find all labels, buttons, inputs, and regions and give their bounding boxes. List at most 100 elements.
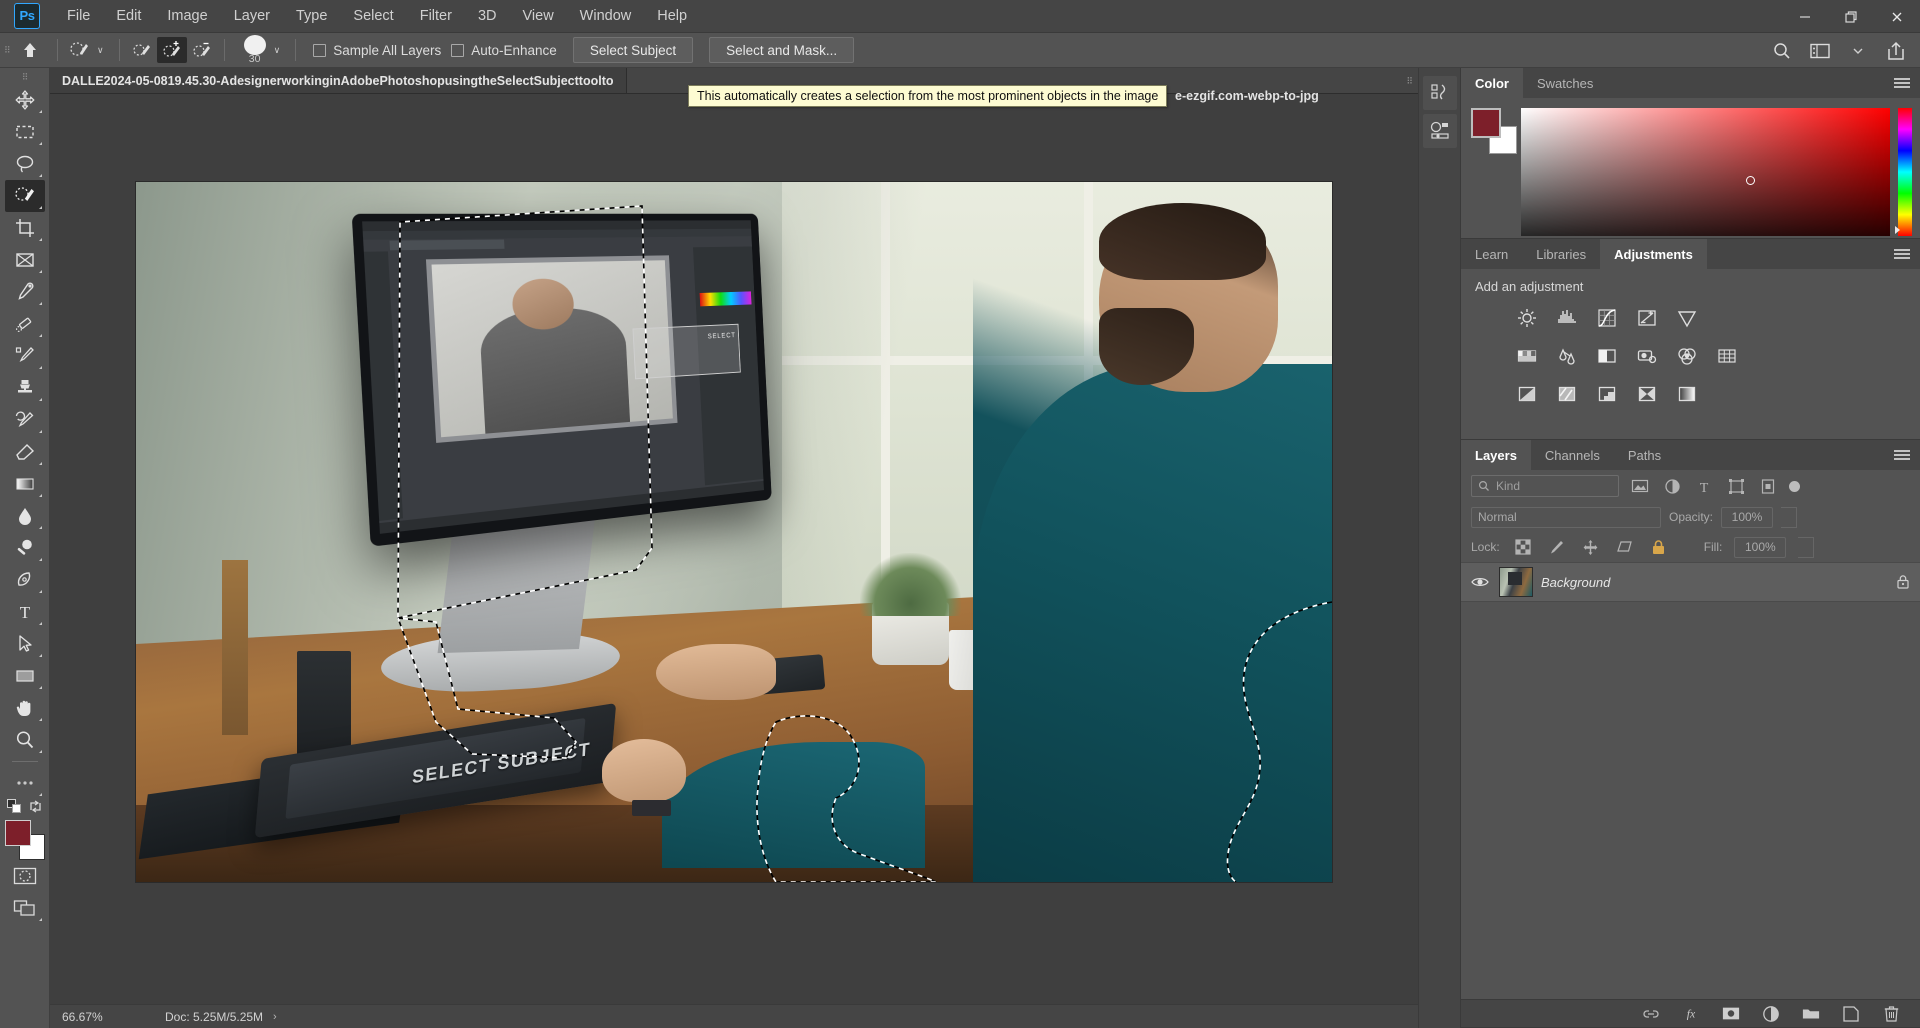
threshold-icon[interactable] [1595, 382, 1619, 406]
tab-swatches[interactable]: Swatches [1523, 68, 1607, 98]
add-to-selection-button[interactable] [156, 37, 187, 63]
hue-slider-marker[interactable] [1895, 226, 1900, 234]
new-selection-button[interactable] [127, 37, 157, 63]
sidebar-tool-gradient[interactable] [5, 468, 45, 500]
brightness-contrast-icon[interactable] [1515, 306, 1539, 330]
sidebar-tool-path-selection[interactable] [5, 628, 45, 660]
layer-lock-icon[interactable] [1894, 573, 1912, 591]
curves-icon[interactable] [1595, 306, 1619, 330]
sidebar-tool-marquee[interactable] [5, 116, 45, 148]
vibrance-icon[interactable] [1675, 306, 1699, 330]
tab-adjustments[interactable]: Adjustments [1600, 239, 1707, 269]
selective-color-icon[interactable] [1675, 382, 1699, 406]
lock-transparent-pixels-icon[interactable] [1512, 536, 1534, 558]
zoom-level-field[interactable]: 66.67% [50, 1010, 125, 1024]
history-panel-button[interactable] [1422, 76, 1457, 110]
menu-3d[interactable]: 3D [465, 4, 510, 28]
hue-slider[interactable] [1895, 108, 1912, 236]
properties-panel-button[interactable] [1422, 114, 1457, 148]
layer-mask-icon[interactable] [1722, 1005, 1740, 1023]
adjustment-layer-icon[interactable] [1762, 1005, 1780, 1023]
color-balance-icon[interactable] [1555, 344, 1579, 368]
canvas-viewport[interactable]: SELECT SELECT SUBJECT [50, 94, 1418, 1004]
black-white-icon[interactable] [1595, 344, 1619, 368]
layer-visibility-toggle[interactable] [1469, 571, 1491, 593]
filter-smart-objects-icon[interactable] [1757, 475, 1779, 497]
sidebar-tool-hand[interactable] [5, 692, 45, 724]
exposure-icon[interactable] [1635, 306, 1659, 330]
image-canvas[interactable]: SELECT SELECT SUBJECT [136, 182, 1332, 882]
status-chevron-right-icon[interactable]: › [273, 1011, 277, 1023]
tab-strip-grip[interactable]: ⠿ [1406, 68, 1413, 94]
lock-position-icon[interactable] [1580, 536, 1602, 558]
document-info[interactable]: Doc: 5.25M/5.25M › [165, 1010, 277, 1024]
menu-filter[interactable]: Filter [407, 4, 465, 28]
sidebar-tool-type[interactable]: T [5, 596, 45, 628]
foreground-color-swatch[interactable] [1471, 108, 1501, 138]
opacity-stepper[interactable] [1781, 506, 1798, 528]
table-row[interactable]: Background [1461, 562, 1920, 602]
search-button[interactable] [1770, 39, 1794, 63]
delete-layer-icon[interactable] [1882, 1005, 1900, 1023]
menu-file[interactable]: File [54, 4, 103, 28]
filter-type-layers-icon[interactable]: T [1693, 475, 1715, 497]
menu-type[interactable]: Type [283, 4, 340, 28]
posterize-icon[interactable] [1555, 382, 1579, 406]
tab-layers[interactable]: Layers [1461, 440, 1531, 470]
menu-select[interactable]: Select [340, 4, 406, 28]
tab-channels[interactable]: Channels [1531, 440, 1614, 470]
photo-filter-icon[interactable] [1635, 344, 1659, 368]
menu-window[interactable]: Window [567, 4, 645, 28]
blend-mode-select[interactable]: Normal [1471, 506, 1661, 528]
menu-image[interactable]: Image [154, 4, 220, 28]
workspace-chevron-down-icon[interactable] [1846, 39, 1870, 63]
new-layer-icon[interactable] [1842, 1005, 1860, 1023]
brush-chevron-down-icon[interactable]: ∨ [272, 45, 289, 56]
menu-help[interactable]: Help [644, 4, 700, 28]
sidebar-tool-blur[interactable] [5, 500, 45, 532]
opacity-value[interactable]: 100% [1721, 506, 1774, 528]
menu-view[interactable]: View [510, 4, 567, 28]
color-picker-cursor[interactable] [1746, 175, 1756, 185]
hue-saturation-icon[interactable] [1515, 344, 1539, 368]
sidebar-tool-rectangle[interactable] [5, 660, 45, 692]
sidebar-tool-pen[interactable] [5, 564, 45, 596]
sidebar-tool-eraser[interactable] [5, 436, 45, 468]
options-bar-grip[interactable]: ⠿ [4, 33, 11, 68]
color-panel-menu-icon[interactable] [1894, 75, 1910, 91]
menu-layer[interactable]: Layer [221, 4, 283, 28]
sidebar-tool-move[interactable] [5, 84, 45, 116]
fill-value[interactable]: 100% [1734, 536, 1787, 558]
restore-button[interactable] [1828, 0, 1874, 33]
swap-colors-icon[interactable] [28, 799, 43, 814]
share-button[interactable] [1884, 39, 1908, 63]
invert-icon[interactable] [1515, 382, 1539, 406]
channel-mixer-icon[interactable] [1675, 344, 1699, 368]
filter-toggle-icon[interactable] [1789, 480, 1800, 492]
adjustments-panel-menu-icon[interactable] [1894, 246, 1910, 262]
sidebar-tool-frame[interactable] [5, 244, 45, 276]
screen-mode-button[interactable] [5, 892, 45, 924]
select-and-mask-button[interactable]: Select and Mask... [709, 37, 855, 63]
foreground-background-color-picker[interactable] [4, 820, 46, 860]
tab-paths[interactable]: Paths [1614, 440, 1675, 470]
filter-shape-layers-icon[interactable] [1725, 475, 1747, 497]
sidebar-tool-eyedropper[interactable] [5, 276, 45, 308]
foreground-color-swatch[interactable] [4, 820, 31, 846]
layer-list[interactable]: Background [1461, 562, 1920, 999]
tab-learn[interactable]: Learn [1461, 239, 1522, 269]
sidebar-tool-edit-toolbar[interactable] [5, 767, 45, 799]
layer-thumbnail[interactable] [1499, 567, 1533, 597]
color-picker-field[interactable] [1521, 108, 1890, 236]
menu-edit[interactable]: Edit [103, 4, 154, 28]
tab-libraries[interactable]: Libraries [1522, 239, 1600, 269]
lock-image-pixels-icon[interactable] [1546, 536, 1568, 558]
lock-artboard-nesting-icon[interactable] [1614, 536, 1636, 558]
tab-color[interactable]: Color [1461, 68, 1523, 98]
default-colors-icon[interactable] [6, 799, 22, 814]
select-subject-button[interactable]: Select Subject [572, 37, 694, 63]
subtract-from-selection-button[interactable] [187, 37, 217, 63]
lock-all-icon[interactable] [1648, 536, 1670, 558]
link-layers-icon[interactable] [1642, 1005, 1660, 1023]
levels-icon[interactable] [1555, 306, 1579, 330]
